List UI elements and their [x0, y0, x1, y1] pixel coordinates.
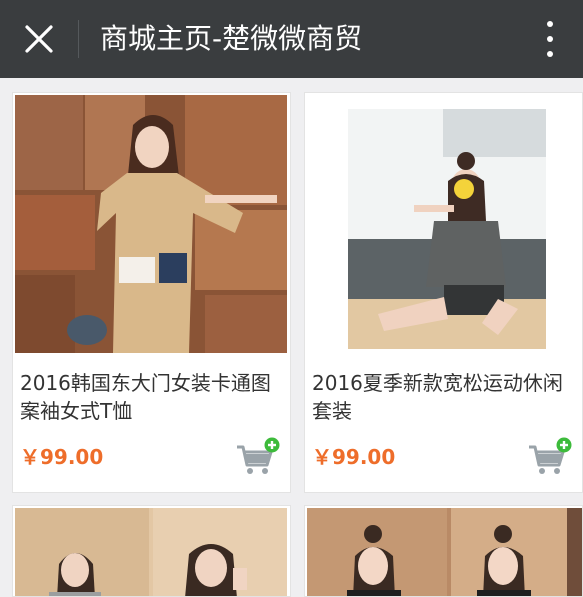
product-photo-woman-beige-cartoon-tee	[15, 95, 287, 353]
product-price: ￥99.00	[312, 445, 396, 469]
add-to-cart-icon	[529, 437, 572, 474]
product-image[interactable]	[15, 95, 287, 353]
product-image[interactable]	[348, 109, 546, 349]
product-photo-two-women-grey-tees	[15, 508, 287, 596]
header-divider	[78, 20, 79, 58]
product-photo-woman-grey-sport-set	[348, 109, 546, 349]
more-options-button[interactable]	[528, 16, 572, 62]
page-title: 商城主页-楚微微商贸	[100, 22, 363, 55]
close-icon	[25, 25, 53, 53]
product-photo-two-women-black-tees	[307, 508, 582, 596]
product-card[interactable]: 2016韩国东大门女装卡通图案袖女式T恤 ￥99.00	[12, 92, 291, 493]
product-image[interactable]	[15, 508, 287, 596]
add-to-cart-button[interactable]	[235, 437, 281, 477]
add-to-cart-icon	[237, 437, 280, 474]
product-price: ￥99.00	[20, 445, 104, 469]
add-to-cart-button[interactable]	[527, 437, 573, 477]
top-navigation-bar: 商城主页-楚微微商贸	[0, 0, 583, 78]
product-name[interactable]: 2016韩国东大门女装卡通图案袖女式T恤	[20, 369, 288, 425]
product-image[interactable]	[307, 508, 582, 596]
product-name[interactable]: 2016夏季新款宽松运动休闲套装	[312, 369, 580, 425]
product-card[interactable]	[12, 505, 291, 597]
close-button[interactable]	[14, 14, 64, 64]
product-card[interactable]: 2016夏季新款宽松运动休闲套装 ￥99.00	[304, 92, 583, 493]
product-card[interactable]	[304, 505, 583, 597]
